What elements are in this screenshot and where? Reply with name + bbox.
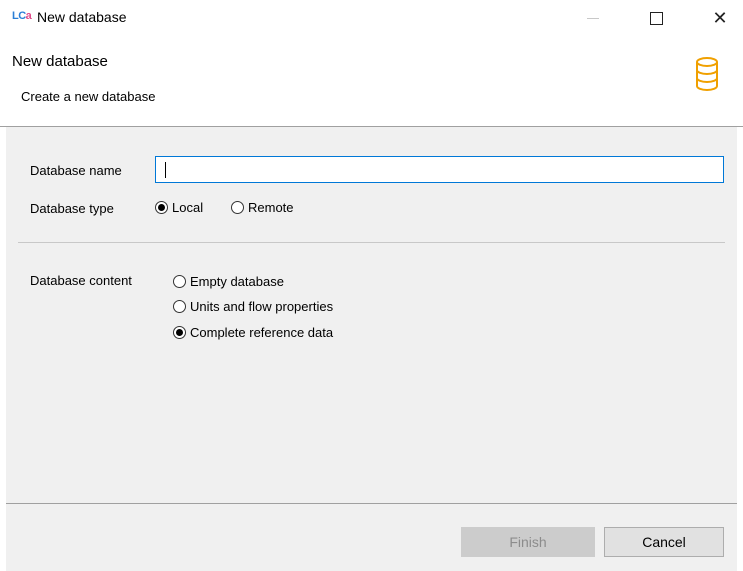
database-type-label: Database type — [30, 201, 114, 216]
minimize-icon — [587, 18, 599, 19]
radio-local-label: Local — [172, 200, 204, 215]
radio-unselected-icon — [173, 300, 186, 313]
page-title: New database — [12, 53, 108, 70]
database-name-label: Database name — [30, 163, 122, 178]
cancel-button[interactable]: Cancel — [604, 527, 724, 557]
radio-units-flow-properties-label: Units and flow properties — [190, 299, 334, 314]
text-caret — [165, 162, 166, 178]
radio-complete-reference-data[interactable]: Complete reference data — [173, 325, 333, 340]
radio-remote-label: Remote — [248, 200, 294, 215]
radio-unselected-icon — [173, 275, 186, 288]
window-title: New database — [37, 9, 127, 25]
wizard-body: Database name Database type Local Remote… — [6, 127, 737, 571]
maximize-button[interactable] — [633, 0, 679, 37]
close-icon: ✕ — [712, 8, 728, 28]
radio-unselected-icon — [231, 201, 244, 214]
radio-empty-database-label: Empty database — [190, 274, 284, 289]
title-bar: LCa New database ✕ — [0, 0, 743, 37]
radio-selected-icon — [155, 201, 168, 214]
section-separator — [18, 242, 725, 243]
new-database-dialog: LCa New database ✕ New database Create a… — [0, 0, 743, 571]
footer-separator — [6, 503, 737, 504]
database-name-input[interactable] — [155, 156, 724, 183]
radio-complete-reference-data-label: Complete reference data — [190, 325, 334, 340]
database-icon — [696, 57, 718, 91]
lca-app-icon: LCa — [12, 10, 32, 22]
radio-units-flow-properties[interactable]: Units and flow properties — [173, 299, 333, 314]
page-subtitle: Create a new database — [21, 89, 156, 104]
minimize-button[interactable] — [570, 0, 616, 37]
finish-button[interactable]: Finish — [461, 527, 595, 557]
close-button[interactable]: ✕ — [697, 0, 743, 37]
radio-remote[interactable]: Remote — [231, 200, 294, 215]
radio-local[interactable]: Local — [155, 200, 203, 215]
radio-empty-database[interactable]: Empty database — [173, 274, 284, 289]
maximize-icon — [649, 12, 663, 25]
radio-selected-icon — [173, 326, 186, 339]
database-content-label: Database content — [30, 273, 132, 288]
wizard-header: New database Create a new database — [0, 37, 743, 126]
